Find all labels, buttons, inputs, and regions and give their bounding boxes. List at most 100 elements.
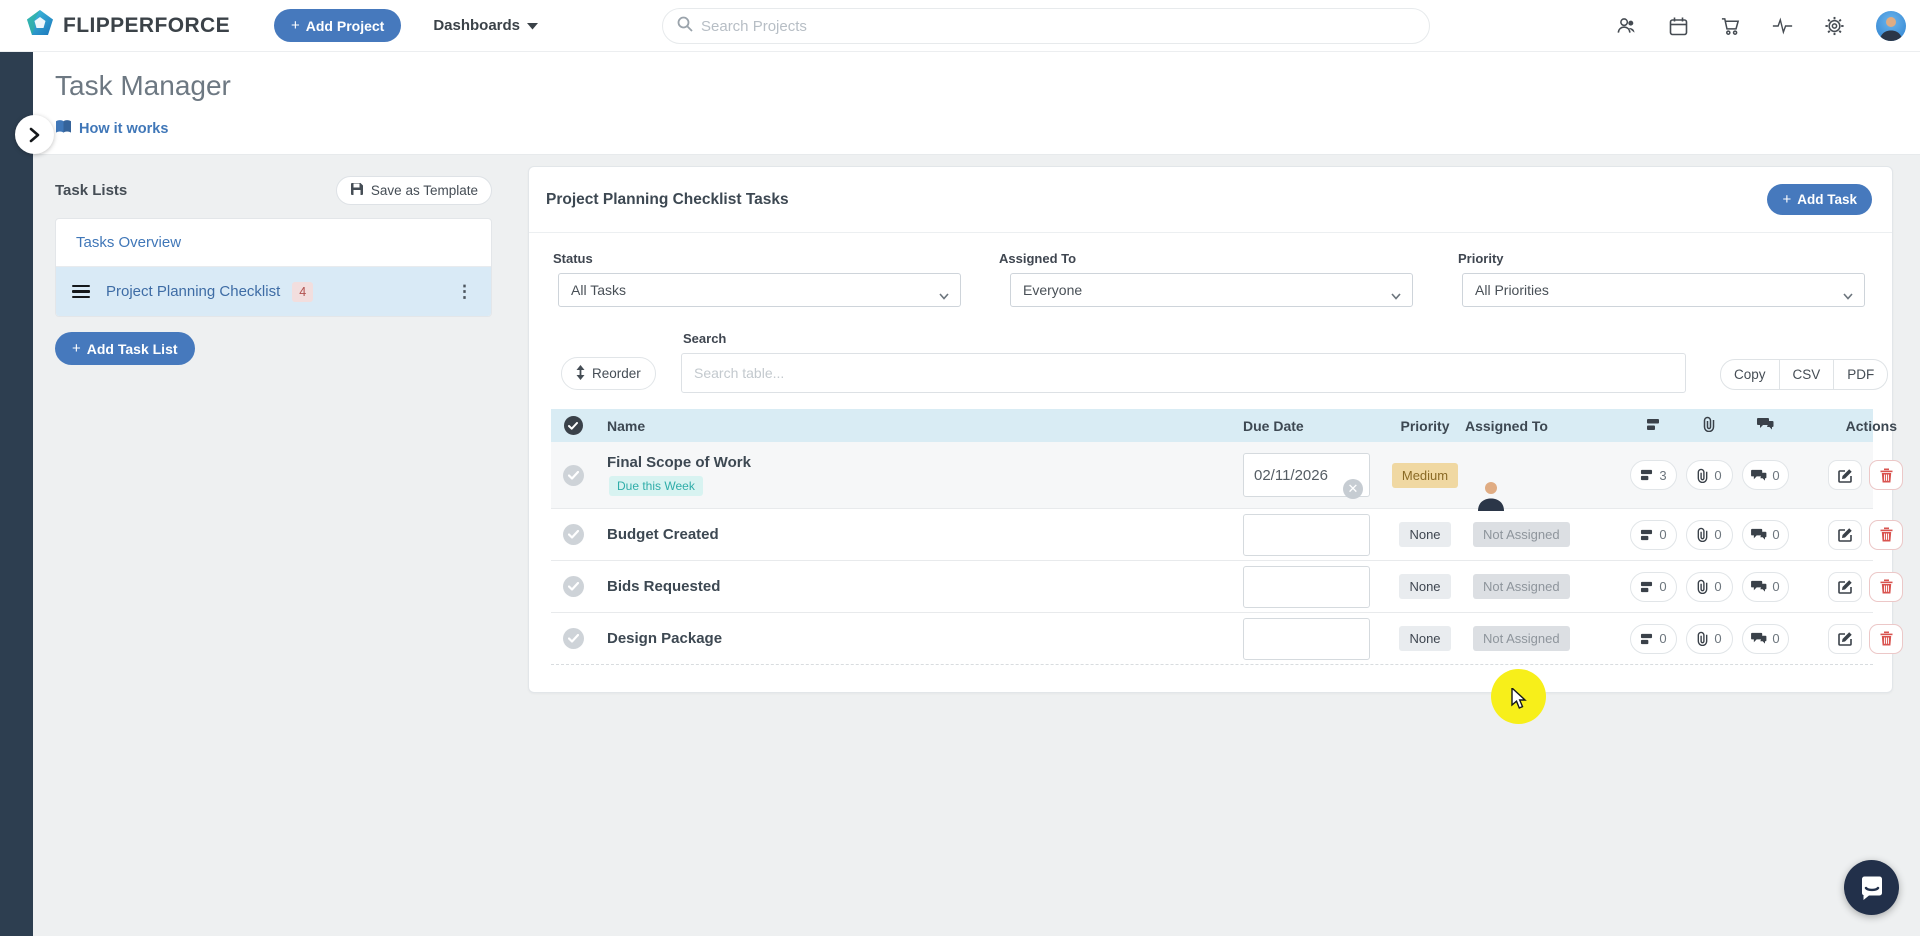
- tasks-overview-item[interactable]: Tasks Overview: [56, 219, 491, 267]
- table-header-row: Name Due Date Priority Assigned To Actio…: [551, 409, 1897, 442]
- add-project-button[interactable]: + Add Project: [273, 9, 402, 42]
- task-name-link[interactable]: Bids Requested: [595, 578, 1235, 595]
- due-date-header: Due Date: [1243, 417, 1304, 434]
- assignee-badge[interactable]: Not Assigned: [1473, 574, 1570, 599]
- kebab-menu-icon[interactable]: ⋮: [452, 282, 477, 302]
- top-nav: FLIPPERFORCE + Add Project Dashboards: [0, 0, 1920, 52]
- comments-count-button[interactable]: 0: [1741, 519, 1789, 550]
- complete-task-toggle[interactable]: [562, 576, 584, 597]
- task-list-label: Project Planning Checklist: [106, 283, 281, 300]
- brand-name: FLIPPERFORCE: [63, 13, 230, 37]
- pentagon-logo-icon: [26, 9, 54, 42]
- assigned-to-label: Assigned To: [999, 251, 1077, 266]
- floppy-save-icon: [350, 182, 364, 199]
- due-note-badge: Due this Week: [609, 476, 703, 496]
- delete-task-button[interactable]: [1869, 460, 1903, 490]
- complete-task-toggle[interactable]: [562, 628, 584, 649]
- collapsed-sidebar-rail: [0, 52, 33, 936]
- assignee-badge[interactable]: Not Assigned: [1473, 522, 1570, 547]
- pdf-button[interactable]: PDF: [1834, 359, 1889, 390]
- attachments-count-button[interactable]: 0: [1685, 571, 1733, 602]
- priority-label: Priority: [1458, 251, 1504, 266]
- attachments-count-button[interactable]: 0: [1685, 460, 1733, 490]
- book-icon: [55, 119, 72, 138]
- priority-badge[interactable]: None: [1399, 522, 1451, 547]
- priority-select[interactable]: All Priorities: [1462, 273, 1865, 307]
- subtasks-count-button[interactable]: 0: [1629, 623, 1677, 654]
- task-list-item-selected[interactable]: Project Planning Checklist 4 ⋮: [56, 267, 491, 316]
- priority-badge[interactable]: None: [1399, 574, 1451, 599]
- status-label: Status: [553, 251, 593, 266]
- due-date-input[interactable]: [1243, 565, 1370, 608]
- delete-task-button[interactable]: [1869, 623, 1903, 654]
- edit-task-button[interactable]: [1828, 571, 1862, 602]
- attachments-column-icon: [1681, 416, 1737, 435]
- copy-button[interactable]: Copy: [1720, 359, 1780, 390]
- add-task-button[interactable]: + Add Task: [1767, 184, 1872, 215]
- drag-handle-icon[interactable]: [72, 284, 90, 299]
- priority-badge[interactable]: Medium: [1391, 462, 1459, 488]
- contacts-icon[interactable]: [1616, 16, 1637, 37]
- tasks-table: Name Due Date Priority Assigned To Actio…: [551, 409, 1903, 665]
- comments-count-button[interactable]: 0: [1741, 623, 1789, 654]
- search-icon: [677, 16, 693, 37]
- table-row: Budget Created None Not Assigned 0 0 0: [551, 509, 1903, 561]
- page-header-band: [33, 52, 1920, 155]
- csv-button[interactable]: CSV: [1779, 359, 1835, 390]
- table-row: Design Package None Not Assigned 0 0 0: [551, 613, 1903, 665]
- task-name-link[interactable]: Final Scope of Work: [595, 454, 1235, 471]
- panel-title: Project Planning Checklist Tasks: [546, 190, 789, 208]
- edit-task-button[interactable]: [1828, 519, 1862, 550]
- subtasks-count-button[interactable]: 0: [1629, 519, 1677, 550]
- up-down-arrows-icon: [576, 364, 585, 383]
- reorder-button[interactable]: Reorder: [561, 357, 656, 390]
- clear-date-icon[interactable]: ✕: [1343, 478, 1363, 499]
- chevron-down-icon: [527, 17, 539, 34]
- plus-icon: +: [1782, 191, 1792, 208]
- export-button-group: Copy CSV PDF: [1720, 359, 1889, 390]
- table-search-input[interactable]: [681, 353, 1686, 393]
- save-as-template-button[interactable]: Save as Template: [335, 176, 492, 205]
- due-date-input[interactable]: [1243, 513, 1370, 556]
- chat-widget-button[interactable]: [1844, 860, 1899, 915]
- task-name-link[interactable]: Budget Created: [595, 526, 1235, 543]
- delete-task-button[interactable]: [1869, 571, 1903, 602]
- status-select[interactable]: All Tasks: [558, 273, 961, 307]
- table-row: Bids Requested None Not Assigned 0 0 0: [551, 561, 1903, 613]
- brand-logo[interactable]: FLIPPERFORCE: [26, 9, 230, 42]
- mouse-cursor: [1511, 686, 1531, 715]
- edit-task-button[interactable]: [1828, 460, 1862, 490]
- assigned-to-header: Assigned To: [1465, 417, 1548, 434]
- edit-task-button[interactable]: [1828, 623, 1862, 654]
- complete-task-toggle[interactable]: [562, 524, 584, 545]
- dashboards-menu[interactable]: Dashboards: [433, 17, 539, 34]
- cart-icon[interactable]: [1720, 16, 1741, 37]
- activity-icon[interactable]: [1772, 16, 1793, 37]
- attachments-count-button[interactable]: 0: [1685, 519, 1733, 550]
- settings-gear-icon[interactable]: [1824, 16, 1845, 37]
- task-name-link[interactable]: Design Package: [595, 630, 1235, 647]
- assigned-to-select[interactable]: Everyone: [1010, 273, 1413, 307]
- attachments-count-button[interactable]: 0: [1685, 623, 1733, 654]
- delete-task-button[interactable]: [1869, 519, 1903, 550]
- comments-count-button[interactable]: 0: [1741, 571, 1789, 602]
- assignee-badge[interactable]: Not Assigned: [1473, 626, 1570, 651]
- complete-task-toggle[interactable]: [562, 464, 584, 486]
- search-projects-input[interactable]: [701, 17, 1429, 35]
- subtasks-count-button[interactable]: 0: [1629, 571, 1677, 602]
- plus-icon: +: [72, 340, 81, 357]
- due-date-input[interactable]: [1243, 617, 1370, 660]
- calendar-icon[interactable]: [1668, 16, 1689, 37]
- plus-icon: +: [290, 17, 300, 34]
- priority-header: Priority: [1400, 417, 1450, 434]
- table-row: Final Scope of Work Due this Week ✕ Medi…: [551, 442, 1903, 511]
- comments-count-button[interactable]: 0: [1741, 460, 1789, 490]
- add-task-list-button[interactable]: + Add Task List: [55, 332, 195, 365]
- how-it-works-link[interactable]: How it works: [55, 119, 168, 138]
- chevron-down-icon: [939, 287, 949, 303]
- task-lists-card: Tasks Overview Project Planning Checklis…: [55, 218, 492, 317]
- subtasks-count-button[interactable]: 3: [1629, 460, 1677, 490]
- user-avatar[interactable]: [1876, 11, 1906, 41]
- sidebar-expand-button[interactable]: [15, 115, 54, 154]
- priority-badge[interactable]: None: [1399, 626, 1451, 651]
